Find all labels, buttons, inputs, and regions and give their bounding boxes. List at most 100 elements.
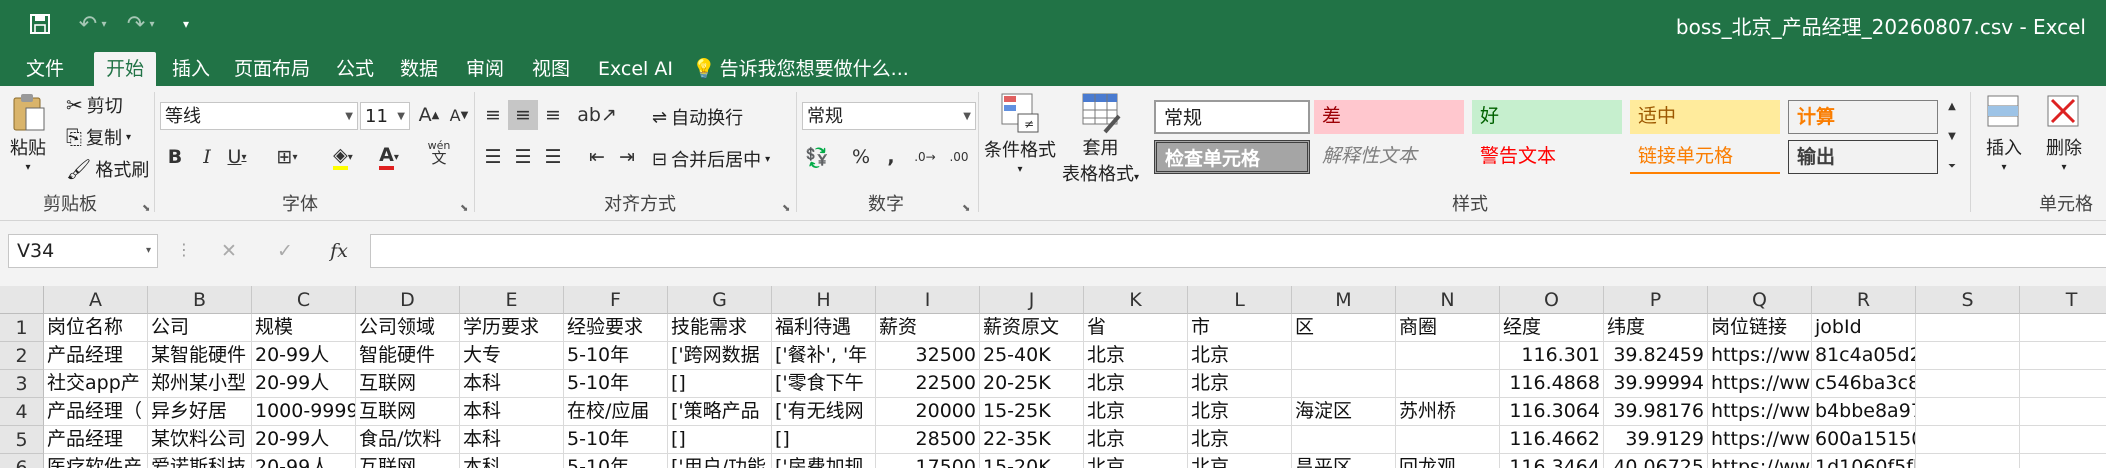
accounting-format-button[interactable]: 💱 — [802, 142, 832, 172]
style-linked-cell[interactable]: 链接单元格 — [1630, 140, 1780, 174]
orientation-button[interactable]: ab↗ — [577, 100, 617, 130]
tell-me-box[interactable]: 💡 告诉我您想要做什么... — [680, 52, 921, 86]
comma-style-button[interactable]: , — [876, 142, 906, 172]
style-bad[interactable]: 差 — [1314, 100, 1464, 134]
font-dialog-launcher-icon[interactable]: ⬊ — [460, 203, 468, 214]
cell-o4[interactable]: 116.3064 — [1500, 398, 1604, 426]
cell-s5[interactable] — [1916, 426, 2020, 454]
cell-b3[interactable]: 郑州某小型 — [148, 370, 252, 398]
cell-t1[interactable] — [2020, 314, 2106, 342]
cell-r6[interactable]: 1d1060f5fb2d15c50216 — [1812, 454, 1916, 468]
column-header-e[interactable]: E — [460, 286, 564, 314]
column-header-c[interactable]: C — [252, 286, 356, 314]
cell-l1[interactable]: 市 — [1188, 314, 1292, 342]
cell-q4[interactable]: https://ww — [1708, 398, 1812, 426]
italic-button[interactable]: I — [192, 142, 222, 172]
merge-center-button[interactable]: ⊟ 合并后居中 ▾ — [652, 146, 770, 172]
tab-home[interactable]: 开始 — [94, 52, 157, 86]
cell-l2[interactable]: 北京 — [1188, 342, 1292, 370]
cell-i1[interactable]: 薪资 — [876, 314, 980, 342]
cell-f2[interactable]: 5-10年 — [564, 342, 668, 370]
cell-r5[interactable]: 600a15150255bfe30nJ629-1F — [1812, 426, 1916, 454]
borders-button[interactable]: ⊞ ▾ — [272, 142, 302, 172]
cell-e2[interactable]: 大专 — [460, 342, 564, 370]
style-output[interactable]: 输出 — [1788, 140, 1938, 174]
save-icon[interactable] — [24, 8, 56, 40]
cell-d6[interactable]: 互联网 — [356, 454, 460, 468]
column-header-q[interactable]: Q — [1708, 286, 1812, 314]
cell-k5[interactable]: 北京 — [1084, 426, 1188, 454]
cell-i6[interactable]: 17500 — [876, 454, 980, 468]
tab-excel-ai[interactable]: Excel AI — [586, 52, 685, 86]
cell-e3[interactable]: 本科 — [460, 370, 564, 398]
cell-g4[interactable]: ['策略产品 — [668, 398, 772, 426]
row-header-6[interactable]: 6 — [0, 454, 44, 468]
cell-b5[interactable]: 某饮料公司 — [148, 426, 252, 454]
cell-e4[interactable]: 本科 — [460, 398, 564, 426]
clipboard-dialog-launcher-icon[interactable]: ⬊ — [142, 203, 150, 214]
cell-a3[interactable]: 社交app产 — [44, 370, 148, 398]
cell-h5[interactable]: [] — [772, 426, 876, 454]
grow-font-button[interactable]: A ▲ — [414, 100, 444, 130]
style-warning-text[interactable]: 警告文本 — [1472, 140, 1622, 174]
cell-i4[interactable]: 20000 — [876, 398, 980, 426]
cell-n1[interactable]: 商圈 — [1396, 314, 1500, 342]
cell-d2[interactable]: 智能硬件 — [356, 342, 460, 370]
insert-function-button[interactable]: fx — [324, 236, 354, 266]
decrease-indent-button[interactable]: ⇤ — [582, 142, 612, 172]
cell-c5[interactable]: 20-99人 — [252, 426, 356, 454]
cell-i3[interactable]: 22500 — [876, 370, 980, 398]
cell-c4[interactable]: 1000-9999 — [252, 398, 356, 426]
cell-t4[interactable] — [2020, 398, 2106, 426]
cell-s2[interactable] — [1916, 342, 2020, 370]
column-header-a[interactable]: A — [44, 286, 148, 314]
column-header-n[interactable]: N — [1396, 286, 1500, 314]
conditional-formatting-button[interactable]: ≠ 条件格式 ▾ — [984, 92, 1056, 175]
column-header-t[interactable]: T — [2020, 286, 2106, 314]
row-header-2[interactable]: 2 — [0, 342, 44, 370]
cell-r3[interactable]: c546ba3c867f0cf10nJ73tm5E1 — [1812, 370, 1916, 398]
shrink-font-button[interactable]: A ▼ — [444, 100, 474, 130]
cell-h2[interactable]: ['餐补', '年 — [772, 342, 876, 370]
column-header-o[interactable]: O — [1500, 286, 1604, 314]
cell-t6[interactable] — [2020, 454, 2106, 468]
cell-i5[interactable]: 28500 — [876, 426, 980, 454]
cell-j5[interactable]: 22-35K — [980, 426, 1084, 454]
cell-a1[interactable]: 岗位名称 — [44, 314, 148, 342]
cell-g1[interactable]: 技能需求 — [668, 314, 772, 342]
formula-input[interactable] — [370, 234, 2106, 268]
name-box[interactable]: V34 ▾ — [8, 234, 158, 268]
cell-b4[interactable]: 异乡好居 — [148, 398, 252, 426]
cell-f4[interactable]: 在校/应届 — [564, 398, 668, 426]
style-normal[interactable]: 常规 — [1154, 100, 1310, 134]
number-dialog-launcher-icon[interactable]: ⬊ — [962, 203, 970, 214]
cell-n3[interactable] — [1396, 370, 1500, 398]
underline-button[interactable]: U ▾ — [222, 142, 252, 172]
cell-e1[interactable]: 学历要求 — [460, 314, 564, 342]
cell-a6[interactable]: 医疗软件产 — [44, 454, 148, 468]
cell-t3[interactable] — [2020, 370, 2106, 398]
cell-j2[interactable]: 25-40K — [980, 342, 1084, 370]
align-center-button[interactable]: ☰ — [508, 142, 538, 172]
cell-c6[interactable]: 20-99人 — [252, 454, 356, 468]
cell-h1[interactable]: 福利待遇 — [772, 314, 876, 342]
column-header-s[interactable]: S — [1916, 286, 2020, 314]
cell-q5[interactable]: https://ww — [1708, 426, 1812, 454]
column-header-i[interactable]: I — [876, 286, 980, 314]
cell-o1[interactable]: 经度 — [1500, 314, 1604, 342]
cell-k1[interactable]: 省 — [1084, 314, 1188, 342]
align-top-button[interactable]: ≡ — [478, 100, 508, 130]
cell-n6[interactable]: 回龙观 — [1396, 454, 1500, 468]
align-bottom-button[interactable]: ≡ — [538, 100, 568, 130]
cell-s3[interactable] — [1916, 370, 2020, 398]
cell-h4[interactable]: ['有无线网 — [772, 398, 876, 426]
cell-d5[interactable]: 食品/饮料 — [356, 426, 460, 454]
tab-data[interactable]: 数据 — [388, 52, 450, 86]
cell-o3[interactable]: 116.4868 — [1500, 370, 1604, 398]
cell-e6[interactable]: 本科 — [460, 454, 564, 468]
cell-l3[interactable]: 北京 — [1188, 370, 1292, 398]
cell-f1[interactable]: 经验要求 — [564, 314, 668, 342]
increase-indent-button[interactable]: ⇥ — [612, 142, 642, 172]
redo-dropdown-icon[interactable]: ▾ — [144, 8, 160, 40]
column-header-j[interactable]: J — [980, 286, 1084, 314]
